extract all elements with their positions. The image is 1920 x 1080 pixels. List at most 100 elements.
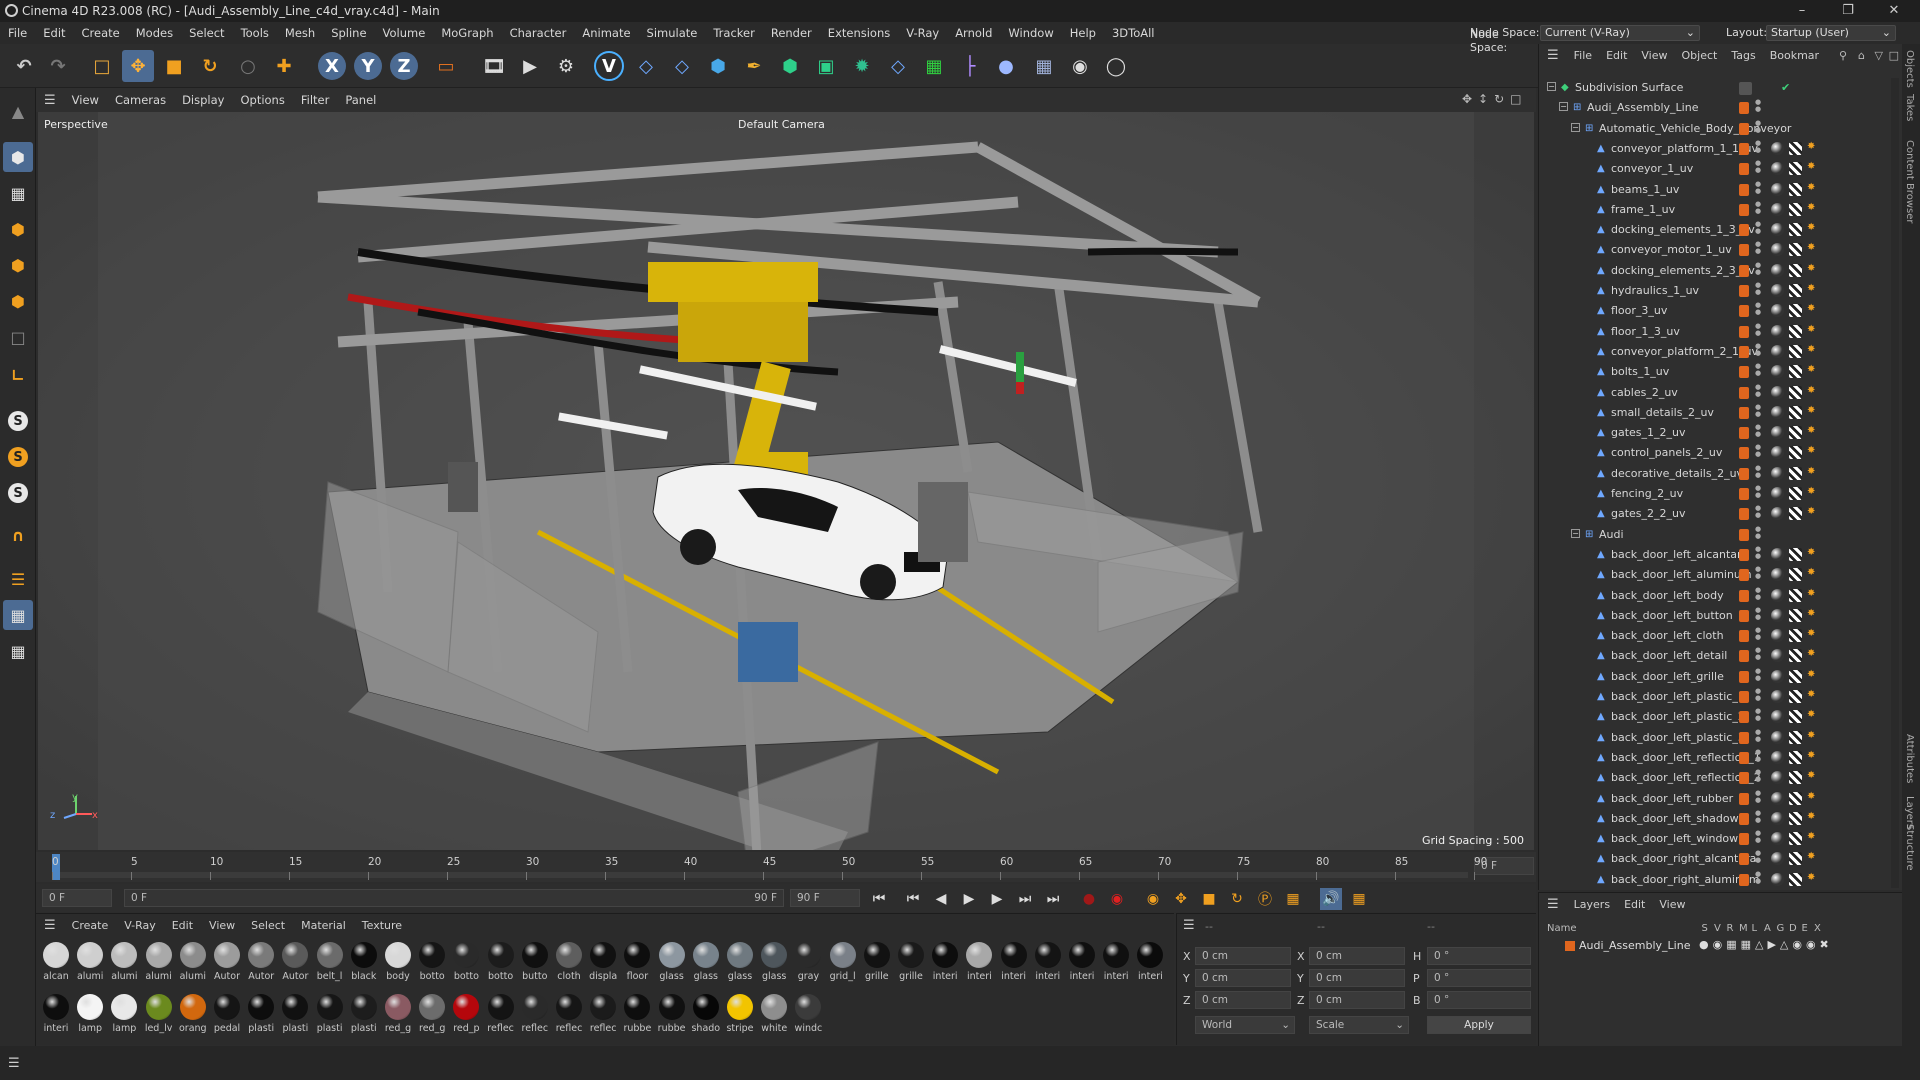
material-tag-icon[interactable] — [1771, 243, 1784, 257]
end-frame-field[interactable]: 90 F — [790, 889, 860, 907]
layer-color-icon[interactable] — [1739, 386, 1749, 399]
uvw-tag-icon[interactable] — [1789, 223, 1802, 237]
layer-color-icon[interactable] — [1739, 528, 1749, 541]
layer-menu-edit[interactable]: Edit — [1617, 898, 1652, 911]
layer-color-icon[interactable] — [1739, 163, 1749, 176]
material-tag-icon[interactable] — [1771, 690, 1784, 703]
material-swatch[interactable]: interi — [1100, 942, 1132, 986]
object-name[interactable]: back_door_left_plastic_2 — [1611, 710, 1745, 723]
move-tool-icon[interactable]: ✥ — [122, 50, 154, 82]
object-name[interactable]: conveyor_platform_2_1_uv — [1611, 345, 1758, 358]
pos-y-field[interactable]: 0 cm — [1195, 969, 1291, 987]
material-swatch[interactable]: interi — [1032, 942, 1064, 986]
layer-color-icon[interactable] — [1739, 873, 1749, 886]
material-tag-icon[interactable] — [1771, 385, 1784, 399]
menu-v-ray[interactable]: V-Ray — [898, 26, 947, 40]
material-swatch[interactable]: plasti — [314, 994, 346, 1038]
visibility-dots-icon[interactable]: ● ● — [1755, 139, 1761, 154]
expand-toggle-icon[interactable]: − — [1547, 82, 1556, 91]
layer-color-icon[interactable] — [1739, 650, 1749, 663]
material-swatch[interactable]: lamp — [108, 994, 140, 1038]
search-icon[interactable]: ⚲ — [1839, 49, 1847, 62]
object-menu-bookmar[interactable]: Bookmar — [1763, 49, 1826, 62]
material-swatch[interactable]: Autor — [245, 942, 277, 986]
go-to-end-icon[interactable]: ⏭ — [1042, 888, 1064, 910]
object-name[interactable]: conveyor_1_uv — [1611, 162, 1693, 175]
phong-tag-icon[interactable]: ✸ — [1807, 283, 1815, 294]
visibility-dots-icon[interactable]: ● ● — [1755, 261, 1761, 276]
auto-key-icon[interactable]: ◉ — [1106, 888, 1128, 910]
rot-p-field[interactable]: 0 ° — [1427, 969, 1531, 987]
phong-tag-icon[interactable]: ✸ — [1807, 364, 1815, 375]
expand-toggle-icon[interactable]: − — [1571, 122, 1580, 132]
record-icon[interactable]: ● — [1078, 888, 1100, 910]
layer-color-icon[interactable] — [1739, 183, 1749, 196]
material-swatch[interactable]: Autor — [279, 942, 311, 986]
rot-b-field[interactable]: 0 ° — [1427, 991, 1531, 1009]
key-param-icon[interactable]: Ⓟ — [1254, 888, 1276, 910]
uvw-tag-icon[interactable] — [1789, 690, 1802, 703]
uvw-tag-icon[interactable] — [1789, 141, 1802, 155]
deformer-icon[interactable]: ├ — [954, 50, 986, 82]
layer-color-icon[interactable] — [1739, 427, 1749, 440]
cloner-icon[interactable]: ✹ — [846, 50, 878, 82]
menu-character[interactable]: Character — [502, 26, 575, 40]
material-swatch[interactable]: red_p — [450, 994, 482, 1038]
object-name[interactable]: Automatic_Vehicle_Body_Conveyor — [1599, 122, 1791, 135]
z-axis-lock-icon[interactable]: Z — [390, 52, 418, 80]
material-tag-icon[interactable] — [1771, 466, 1784, 480]
world-select[interactable]: World ⌄ — [1195, 1016, 1295, 1034]
layer-color-icon[interactable] — [1739, 285, 1749, 297]
layer-color-icon[interactable] — [1739, 345, 1749, 358]
polygons-mode-icon[interactable]: ⬢ — [3, 286, 33, 316]
visibility-dots-icon[interactable]: ● ● — [1755, 119, 1761, 134]
uvw-tag-icon[interactable] — [1789, 568, 1802, 582]
material-tag-icon[interactable] — [1771, 263, 1784, 277]
python-script-icon-1[interactable]: ◇ — [630, 50, 662, 82]
object-row[interactable]: ▲ decorative_details_2_uv ● ● ✸ — [1539, 464, 1903, 484]
layer-color-icon[interactable] — [1739, 670, 1749, 683]
layer-color-icon[interactable] — [1739, 731, 1749, 744]
phong-tag-icon[interactable]: ✸ — [1807, 872, 1815, 883]
visibility-dots-icon[interactable]: ● ● — [1755, 302, 1761, 316]
object-row[interactable]: ▲ fencing_2_uv ● ● ✸ — [1539, 484, 1903, 504]
material-tag-icon[interactable] — [1771, 791, 1784, 805]
layer-color-icon[interactable] — [1739, 142, 1749, 155]
next-key-icon[interactable]: ⏭ — [1014, 888, 1036, 910]
object-scrollbar[interactable] — [1891, 78, 1899, 888]
object-name[interactable]: floor_1_3_uv — [1611, 325, 1680, 338]
phong-tag-icon[interactable]: ✸ — [1807, 182, 1815, 193]
material-tag-icon[interactable] — [1771, 568, 1784, 582]
model-mode-icon[interactable]: ⬢ — [3, 142, 33, 172]
layer-col-a[interactable]: A — [1764, 923, 1771, 934]
texture-mode-icon[interactable]: ▦ — [3, 178, 33, 208]
object-name[interactable]: back_door_left_body — [1611, 589, 1724, 602]
material-swatch[interactable]: plasti — [348, 994, 380, 1038]
quantize-icon[interactable]: ▦ — [3, 636, 33, 666]
visibility-dots-icon[interactable]: ● ● — [1755, 525, 1761, 540]
object-name[interactable]: back_door_left_aluminum — [1611, 568, 1752, 581]
y-axis-lock-icon[interactable]: Y — [354, 52, 382, 80]
material-swatch[interactable]: Autor — [211, 942, 243, 986]
object-name[interactable]: back_door_left_shadow — [1611, 812, 1739, 825]
viewport-menu-filter[interactable]: Filter — [293, 93, 337, 107]
phong-tag-icon[interactable]: ✸ — [1807, 466, 1815, 477]
layer-color-icon[interactable] — [1739, 751, 1749, 764]
material-swatch[interactable]: interi — [1134, 942, 1166, 986]
material-swatch[interactable]: windc — [792, 994, 824, 1038]
layer-color-icon[interactable] — [1739, 203, 1749, 216]
menu-help[interactable]: Help — [1062, 26, 1104, 40]
object-row[interactable]: ▲ conveyor_motor_1_uv ● ● ✸ — [1539, 240, 1903, 260]
uvw-tag-icon[interactable] — [1789, 426, 1802, 440]
uvw-tag-icon[interactable] — [1789, 365, 1802, 379]
viewport-menu-cameras[interactable]: Cameras — [107, 93, 174, 107]
new-window-icon[interactable]: □ — [1889, 49, 1899, 62]
material-menu-texture[interactable]: Texture — [354, 919, 410, 932]
uvw-tag-icon[interactable] — [1789, 324, 1802, 338]
pos-x-field[interactable]: 0 cm — [1195, 947, 1291, 965]
visibility-dots-icon[interactable]: ● ● — [1755, 647, 1761, 661]
object-row[interactable]: − ◆ Subdivision Surface ✔ — [1539, 78, 1903, 98]
layer-color-icon[interactable] — [1739, 406, 1749, 419]
visibility-dots-icon[interactable]: ● ● — [1755, 200, 1761, 215]
generator-icon[interactable]: ⬢ — [774, 50, 806, 82]
